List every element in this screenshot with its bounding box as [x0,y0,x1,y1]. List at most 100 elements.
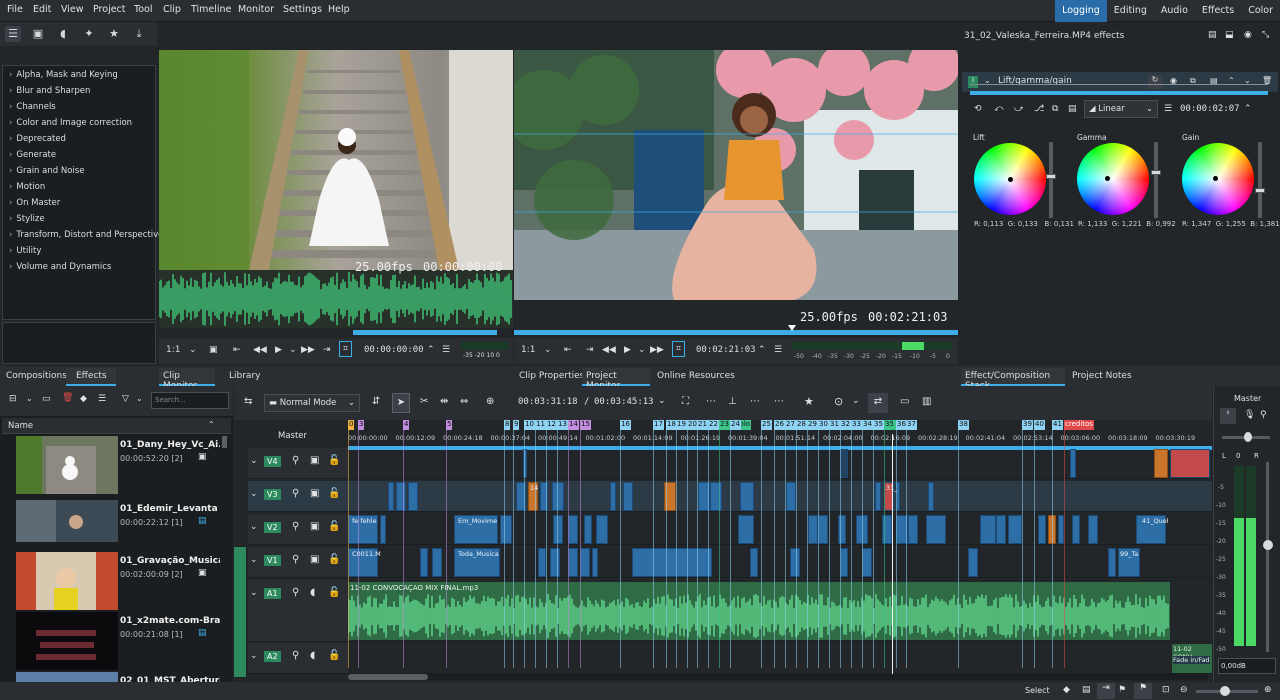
guide-marker[interactable]: 34 [862,420,873,430]
tab-compositions[interactable]: Compositions [6,368,67,386]
list-icon[interactable]: ☰ [5,26,21,42]
audio-clip[interactable]: 11-02 CONVOCAÇAO MIX FINAL.mp3 [348,582,1170,640]
set-in-icon[interactable]: ⇤ [233,345,241,355]
rewind-icon[interactable]: ◀◀ [602,345,616,355]
timeline-clip[interactable] [596,515,608,544]
select-tool-icon[interactable]: ➤ [392,393,410,413]
effect-header[interactable]: I ⌄ Lift/gamma/gain ↻ ◉ ⧉ ▤ ⌃ ⌄ 🗑 [962,72,1278,92]
play-icon[interactable]: ▶ [275,345,282,355]
clip-zone-bar[interactable] [353,330,497,335]
guide-marker[interactable]: 0 [348,420,355,430]
copy-keyframe-icon[interactable]: ⧉ [1052,104,1058,114]
reset-effect-icon[interactable]: ↻ [1148,75,1162,89]
category-item[interactable]: › Deprecated [9,134,66,144]
bin-clip-item[interactable]: 01_x2mate.com-Brasil c 00:00:21:08 [1] ▤ [16,612,226,670]
spin-arrows-icon[interactable]: ⌃ [758,345,766,355]
guide-marker[interactable]: 26 [774,420,785,430]
timeline-clip[interactable] [928,482,934,511]
guide-marker[interactable]: 3 [358,420,365,430]
chevron-down-icon[interactable]: ⌄ [250,651,258,661]
forward-icon[interactable]: ▶▶ [650,345,664,355]
folder-icon[interactable]: ▭ [42,394,51,404]
fit-zoom-icon[interactable]: ⛶ [682,396,689,407]
timeline-clip[interactable] [632,548,712,577]
lock-icon[interactable]: 🔓 [328,455,340,466]
timeline-clip[interactable] [862,548,872,577]
timeline-position[interactable]: 00:03:31:18 [518,397,578,407]
video-effects-icon[interactable]: ▣ [30,26,46,42]
razor-tool-icon[interactable]: ✂ [420,396,428,407]
lift-luma-slider[interactable] [1046,142,1056,218]
rewind-icon[interactable]: ◀◀ [253,345,267,355]
category-item[interactable]: › Blur and Sharpen [9,86,90,96]
guide-marker[interactable]: 24 [730,420,741,430]
menu-file[interactable]: File [7,4,23,15]
extract-icon[interactable]: ⋯ [774,396,784,407]
enable-effect-icon[interactable]: I [968,76,978,88]
speaker-icon[interactable]: ◖ [310,587,315,598]
timeline-clip[interactable] [738,515,754,544]
gamma-luma-slider[interactable] [1151,142,1161,218]
guide-marker[interactable]: 13 [557,420,568,430]
guide-marker[interactable]: 14 [568,420,579,430]
track-row-v1[interactable]: C0011.M Toda_Musica 99_Ta [348,547,1212,578]
track-header-v4[interactable]: ⌄ V4 ⚲ ▣ 🔓 [248,448,348,479]
ripple-tool-icon[interactable]: ⊕ [486,396,494,407]
guide-marker[interactable]: 16 [620,420,631,430]
crop-icon[interactable]: ⌗ [672,341,686,357]
guide-marker[interactable]: 30 [818,420,829,430]
guide-marker[interactable]: 32 [840,420,851,430]
slip-tool-icon[interactable]: ⇔ [460,396,468,407]
guide-marker[interactable]: 27 [785,420,796,430]
clip-position-field[interactable]: 00:00:00:00 [364,345,424,355]
favorite-star-icon[interactable]: ★ [106,26,122,42]
guide-marker[interactable]: 25 [761,420,772,430]
menu-monitor[interactable]: Monitor [238,4,274,15]
set-out-icon[interactable]: ⇥ [586,345,594,355]
gamma-color-wheel[interactable] [1077,143,1149,215]
guide-marker[interactable]: 10 [524,420,535,430]
play-icon[interactable]: ▶ [624,345,631,355]
timeline-clip[interactable] [840,449,848,478]
timeline-clip[interactable] [926,515,946,544]
project-monitor-video[interactable] [514,50,958,300]
split-view-icon[interactable]: ▥ [922,396,931,407]
menu-edit[interactable]: Edit [33,4,51,15]
timeline-clip[interactable] [1038,515,1046,544]
pan-slider[interactable] [1222,432,1270,442]
timeline-clip[interactable] [500,515,512,544]
filter-icon[interactable]: ▽ [122,394,129,404]
ripple-mode-icon[interactable]: ⇄ [868,393,888,413]
guide-marker[interactable]: 11 [535,420,546,430]
timeline-clip[interactable] [786,482,796,511]
guide-marker[interactable]: 37 [906,420,917,430]
timeline-clip[interactable] [808,515,818,544]
video-track-icon[interactable]: ▣ [310,521,319,532]
timeline-clip[interactable] [1070,449,1076,478]
timeline-clip[interactable] [750,548,758,577]
category-item[interactable]: › Generate [9,150,56,160]
eye-icon[interactable]: ◉ [1244,30,1252,40]
category-item[interactable]: › On Master [9,198,60,208]
scroll-up-icon[interactable]: ⌃ [208,420,215,429]
category-item[interactable]: › Transform, Distort and Perspective [9,230,163,240]
add-clip-icon[interactable]: ⊟ [9,394,17,404]
category-item[interactable]: › Volume and Dynamics [9,262,111,272]
track-header-a2[interactable]: ⌄ A2 ⚲ ◖ 🔓 [248,643,348,674]
track-header-v3[interactable]: ⌄ V3 ⚲ ▣ 🔓 [248,481,348,512]
lock-icon[interactable]: 🔓 [328,587,340,598]
list-view-icon[interactable]: ☰ [98,394,106,404]
menu-project[interactable]: Project [93,4,126,15]
tracks-config-icon[interactable]: ⇆ [244,396,252,407]
guide-marker[interactable]: 4 [403,420,410,430]
snap-icon[interactable]: ⊙ [834,395,843,408]
track-header-v2[interactable]: ⌄ V2 ⚲ ▣ 🔓 [248,514,348,545]
chevron-down-icon[interactable]: ⌄ [26,394,33,403]
zoom-slider[interactable] [1196,686,1258,696]
tab-online-resources[interactable]: Online Resources [657,368,735,386]
guide-marker[interactable]: 40 [1034,420,1045,430]
layout-editing[interactable]: Editing [1107,0,1154,22]
crop-icon[interactable]: ⌗ [339,341,353,357]
timeline-clip[interactable] [380,515,386,544]
overlay-icon[interactable]: ▣ [209,345,218,355]
